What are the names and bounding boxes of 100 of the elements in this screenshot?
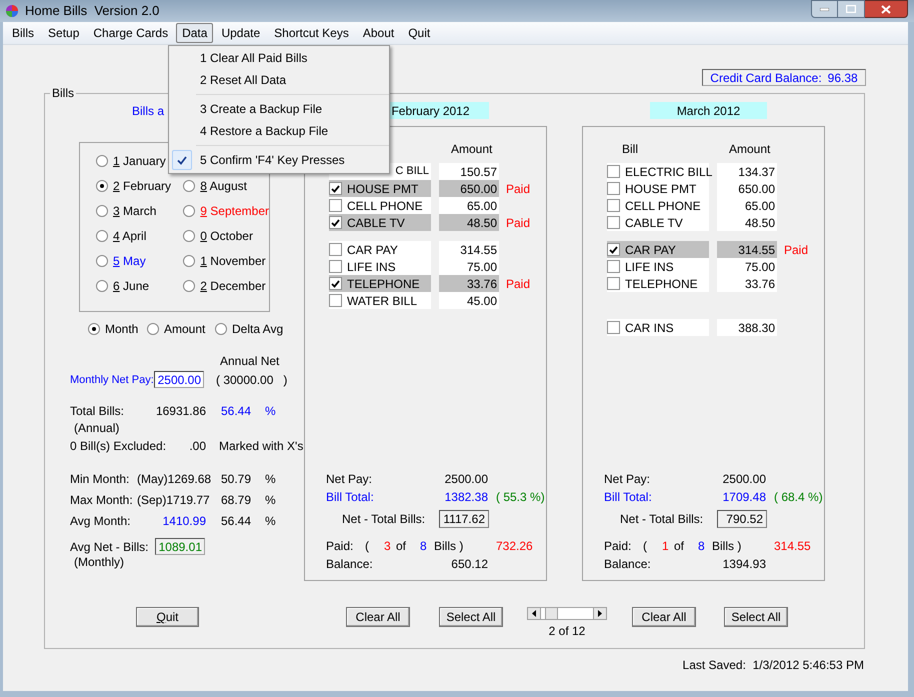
avg-net-note: (Monthly) [74,554,124,571]
bill-count: 8 [698,538,706,555]
bill-amount: 48.50 [717,214,777,231]
checkbox[interactable] [329,199,342,212]
select-all-button[interactable]: Select All [724,607,788,627]
bill-total-label: Bill Total: [326,489,375,506]
excluded-label: 0 Bill(s) Excluded: [70,438,166,455]
checkbox[interactable] [329,294,342,307]
bill-name: CELL PHONE [625,198,701,214]
total-bills-value: 16931.86 [156,403,206,420]
bill-amount: 650.00 [717,180,777,197]
maximize-icon [846,5,856,13]
radio-option[interactable]: 1 November [183,255,269,280]
net-total-field: 1117.62 [439,510,489,528]
checkbox[interactable] [607,260,620,273]
avg-net-field: 1089.01 [155,538,205,555]
minimize-button[interactable] [811,0,838,18]
bill-amount: 134.37 [717,163,777,180]
checkbox[interactable] [607,277,620,290]
month-scrollbar[interactable] [527,607,607,620]
checkbox[interactable] [329,243,342,256]
bill-name: CAR PAY [347,242,398,258]
checkbox[interactable] [329,182,342,195]
radio-option[interactable]: 3 March [96,205,184,230]
menu-entry[interactable]: 2 Reset All Data [169,69,389,91]
monthly-net-pay-label: Monthly Net Pay: [70,374,154,386]
scroll-thumb[interactable] [545,608,558,619]
checkbox[interactable] [607,243,620,256]
menu-item[interactable]: Shortcut Keys [268,23,355,43]
checkbox[interactable] [329,277,342,290]
checkbox[interactable] [607,165,620,178]
paid-status: Paid [506,180,530,198]
checkbox[interactable] [607,321,620,334]
radio-option[interactable]: 6 June [96,280,184,305]
menu-entry[interactable]: 1 Clear All Paid Bills [169,47,389,69]
amount-heading: Amount [729,141,770,158]
radio-option[interactable]: 5 May [96,255,184,280]
close-button[interactable] [865,0,908,18]
quit-button[interactable]: Quit [136,607,199,627]
bill-amount: 150.57 [439,163,499,180]
balance-value: 1394.93 [722,556,766,573]
clear-all-button[interactable]: Clear All [346,607,410,627]
minimize-icon [820,8,829,10]
bill-amount: 65.00 [439,197,499,214]
percent-sign: % [265,513,276,530]
radio-option[interactable]: 2 February [96,180,184,205]
monthly-net-pay-field[interactable]: 2500.00 [154,371,204,388]
paren-text: ( [643,538,648,555]
sort-option[interactable]: Amount [147,320,215,338]
menu-item[interactable]: Bills [6,23,40,43]
radio-option[interactable]: 0 October [183,230,269,255]
select-all-button[interactable]: Select All [439,607,503,627]
sort-option[interactable]: Delta Avg [215,320,284,338]
menu-item[interactable]: Quit [402,23,436,43]
bill-total-value: 1382.38 [444,489,488,506]
menu-entry[interactable]: 3 Create a Backup File [169,98,362,120]
total-bills-percent: 56.44 [221,403,252,420]
app-logo-icon [5,4,19,18]
of-text: of [396,538,408,555]
radio-option[interactable]: 2 December [183,280,269,305]
bill-name: TELEPHONE [625,276,698,292]
checkbox[interactable] [607,216,620,229]
paid-amount: 314.55 [774,538,811,555]
menu-item[interactable]: Charge Cards [87,23,174,43]
checkbox[interactable] [607,182,620,195]
paid-count: 3 [384,538,392,555]
menu-item[interactable]: Update [215,23,266,43]
menu-item[interactable]: About [356,23,400,43]
check-icon [331,218,340,226]
bill-amount: 48.50 [439,214,499,231]
menu-entry[interactable]: 4 Restore a Backup File [169,120,362,142]
annual-net-label: Annual Net [220,353,280,370]
radio-option[interactable]: 9 September [183,205,269,230]
bill-name: CABLE TV [625,214,683,232]
balance-label: Balance: [326,556,374,573]
radio-option[interactable]: 4 April [96,230,184,255]
sort-option[interactable]: Month [88,320,147,338]
paid-count: 1 [662,538,670,555]
maximize-button[interactable] [838,0,865,18]
clear-all-button[interactable]: Clear All [632,607,696,627]
menu-item[interactable]: Setup [42,23,86,43]
checkbox[interactable] [607,199,620,212]
net-pay-label: Net Pay: [326,471,374,488]
checkbox[interactable] [329,216,342,229]
bill-heading: Bill [622,142,638,156]
stat-label: Avg Month: [70,513,132,530]
window-title: Home Bills Version 2.0 [25,2,160,20]
radio-option[interactable]: 8 August [183,180,269,205]
of-text: of [674,538,686,555]
paid-label: Paid: [604,538,632,555]
menu-item[interactable]: Data [176,23,214,43]
bills-caption: Bills a [132,104,164,118]
bills-text: Bills ) [434,538,464,555]
group-title: Bills [50,86,76,100]
checkbox[interactable] [329,260,342,273]
check-icon [609,246,618,254]
paid-label: Paid: [326,538,354,555]
stat-month: (Sep) [137,493,166,507]
bill-amount: 75.00 [439,258,499,275]
bill-count: 8 [420,538,428,555]
